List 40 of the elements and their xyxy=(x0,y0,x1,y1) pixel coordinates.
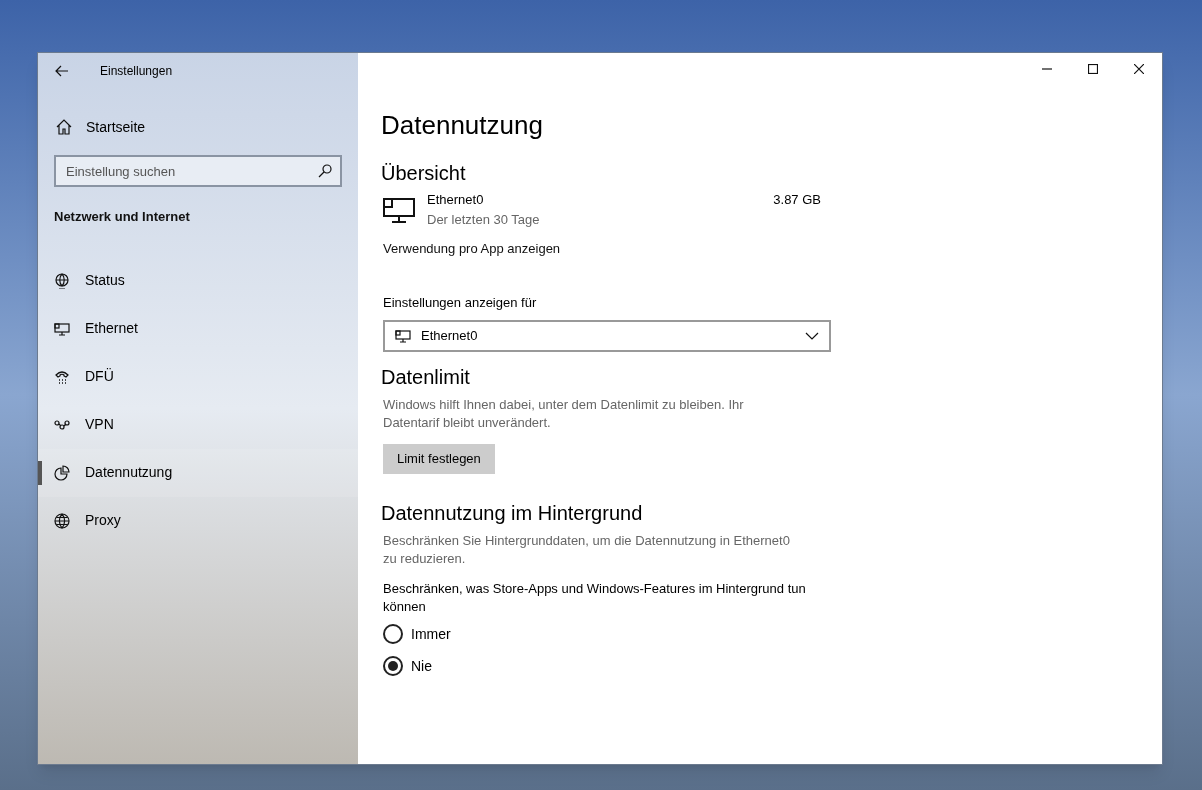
window-title: Einstellungen xyxy=(100,63,173,80)
section-description: Windows hilft Ihnen dabei, unter dem Datenlimit zu bleiben. Ihr Datentarif bleibt unverändert. xyxy=(383,396,745,432)
nav-item[interactable]: VPN xyxy=(38,400,358,449)
chevron-down-icon xyxy=(805,332,819,340)
phone-icon xyxy=(54,368,70,385)
nav-item[interactable]: Status xyxy=(38,256,358,305)
nav-item[interactable]: Proxy xyxy=(38,496,358,545)
radio-button[interactable] xyxy=(383,624,403,644)
usage-amount: 3.87 GB xyxy=(773,191,821,209)
section-description: Beschränken Sie Hintergrunddaten, um die Datennutzung in Ethernet0 zu reduzieren. xyxy=(383,532,791,568)
globe-monitor-icon xyxy=(54,272,70,289)
home-icon xyxy=(56,119,72,135)
close-icon xyxy=(1134,64,1144,74)
radio-option[interactable]: Nie xyxy=(383,652,432,680)
nav-item[interactable]: Ethernet xyxy=(38,304,358,353)
back-arrow-icon xyxy=(55,65,69,77)
search-icon xyxy=(318,164,332,178)
period-label: Der letzten 30 Tage xyxy=(427,211,541,229)
adapter-name: Ethernet0 xyxy=(427,191,485,209)
radio-button[interactable] xyxy=(383,656,403,676)
nav-item[interactable]: DFÜ xyxy=(38,352,358,401)
back-button[interactable] xyxy=(54,63,70,79)
home-nav-item[interactable]: Startseite xyxy=(38,109,358,145)
page-title: Datennutzung xyxy=(381,109,543,142)
dropdown-label: Einstellungen anzeigen für xyxy=(383,293,538,312)
search-field[interactable]: Einstellung suchen xyxy=(54,155,342,187)
section-heading: Datennutzung im Hintergrund xyxy=(381,501,644,526)
globe-icon xyxy=(54,512,70,529)
network-monitor-icon xyxy=(54,320,70,337)
radio-option[interactable]: Immer xyxy=(383,620,451,648)
section-heading: Netzwerk und Internet xyxy=(53,208,191,226)
adapter-dropdown[interactable]: Ethernet0 xyxy=(383,320,831,352)
maximize-icon xyxy=(1088,64,1098,74)
section-heading: Datenlimit xyxy=(381,365,471,390)
section-heading: Übersicht xyxy=(381,161,467,186)
pie-chart-icon xyxy=(54,464,70,481)
set-limit-button[interactable]: Limit festlegen xyxy=(383,444,495,474)
per-app-usage-link[interactable]: Verwendung pro App anzeigen xyxy=(383,239,561,259)
network-monitor-icon xyxy=(395,329,411,343)
radio-group-label: Beschränken, was Store-Apps und Windows-Features im Hintergrund tun können xyxy=(383,580,807,616)
